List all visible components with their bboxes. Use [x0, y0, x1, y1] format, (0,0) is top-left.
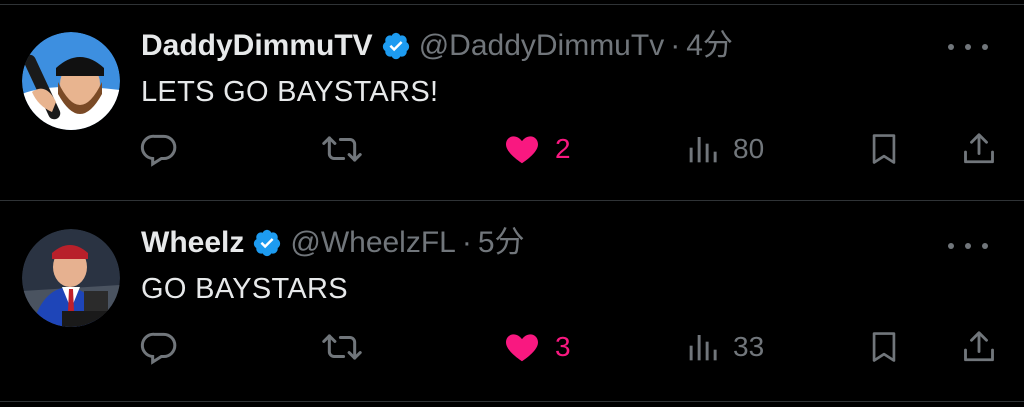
display-name[interactable]: DaddyDimmuTV: [141, 28, 373, 64]
views-button[interactable]: 33: [687, 325, 764, 369]
retweet-icon: [322, 334, 362, 360]
retweet-icon: [322, 136, 362, 162]
reply-icon: [140, 332, 177, 365]
heart-icon: [506, 136, 538, 164]
share-icon: [964, 133, 994, 164]
view-count: 80: [733, 133, 765, 164]
avatar[interactable]: [22, 32, 120, 130]
views-icon: [689, 335, 717, 361]
avatar[interactable]: [22, 229, 120, 327]
timestamp[interactable]: 5分: [478, 225, 525, 261]
retweet-button[interactable]: [321, 127, 363, 171]
handle[interactable]: @WheelzFL: [290, 225, 456, 261]
views-button[interactable]: 80: [687, 127, 764, 171]
reply-icon: [140, 134, 177, 167]
share-icon: [964, 331, 994, 362]
bottom-divider: [0, 401, 1024, 402]
tweet[interactable]: Wheelz @WheelzFL · 5分 GO BAYSTARS 3 33: [0, 201, 1024, 401]
like-count: 2: [555, 133, 571, 164]
retweet-button[interactable]: [321, 325, 363, 369]
views-icon: [689, 137, 717, 163]
timestamp[interactable]: 4分: [686, 28, 733, 64]
like-button[interactable]: 2: [503, 127, 571, 171]
handle[interactable]: @DaddyDimmuTv: [419, 28, 665, 64]
share-button[interactable]: [961, 325, 997, 369]
bookmark-icon: [872, 332, 896, 362]
more-icon[interactable]: [948, 239, 988, 253]
heart-icon: [506, 334, 538, 362]
like-button[interactable]: 3: [503, 325, 571, 369]
tweet-text: LETS GO BAYSTARS!: [141, 76, 439, 108]
separator: ·: [670, 29, 681, 62]
tweet-text: GO BAYSTARS: [141, 273, 348, 305]
like-count: 3: [555, 331, 571, 362]
verified-badge-icon: [254, 229, 281, 257]
tweet[interactable]: DaddyDimmuTV @DaddyDimmuTv · 4分 LETS GO …: [0, 0, 1024, 200]
reply-button[interactable]: [140, 127, 178, 171]
more-icon[interactable]: [948, 40, 988, 54]
verified-badge-icon: [382, 32, 409, 60]
separator: ·: [461, 226, 472, 259]
reply-button[interactable]: [140, 325, 178, 369]
share-button[interactable]: [961, 127, 997, 171]
bookmark-button[interactable]: [867, 127, 901, 171]
view-count: 33: [733, 331, 765, 362]
bookmark-button[interactable]: [867, 325, 901, 369]
display-name[interactable]: Wheelz: [141, 225, 244, 261]
bookmark-icon: [872, 134, 896, 164]
